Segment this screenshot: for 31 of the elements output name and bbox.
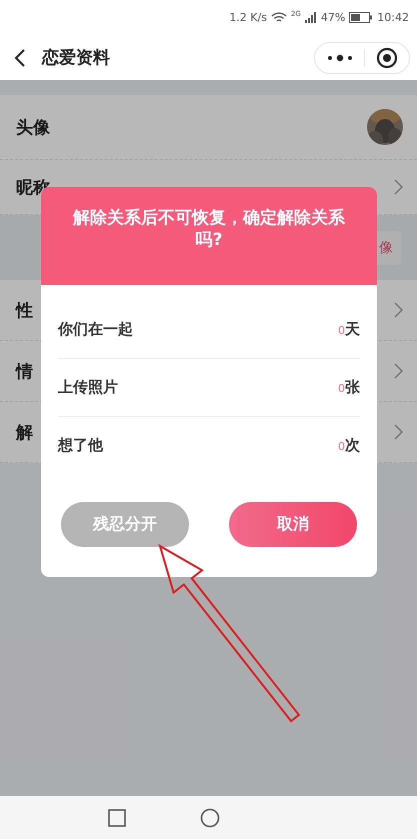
row-label: 性	[16, 300, 33, 322]
clock: 10:42	[377, 11, 409, 24]
chevron-icon[interactable]	[394, 302, 403, 318]
stat-count: 0	[338, 440, 345, 453]
cancel-button[interactable]: 取消	[229, 502, 357, 547]
network-speed: 1.2 K/s	[229, 11, 267, 24]
stat-unit: 天	[345, 320, 360, 339]
wifi-icon	[270, 12, 287, 24]
signal-icon	[304, 12, 317, 23]
row-label: 解	[16, 422, 33, 444]
battery-icon	[349, 12, 374, 23]
back-icon[interactable]	[14, 48, 26, 68]
chevron-icon[interactable]	[394, 424, 403, 440]
stat-label: 上传照片	[58, 378, 118, 397]
recents-icon[interactable]	[108, 808, 126, 826]
stat-label: 想了他	[58, 436, 103, 455]
row-label: 头像	[16, 116, 50, 138]
separate-button[interactable]: 残忍分开	[61, 502, 189, 547]
battery-percent: 47%	[320, 11, 346, 24]
chevron-icon	[394, 179, 403, 195]
stat-count: 0	[338, 382, 345, 395]
more-icon[interactable]	[326, 54, 352, 62]
stat-unit: 张	[345, 378, 360, 397]
chevron-icon[interactable]	[394, 363, 403, 379]
home-icon[interactable]	[200, 808, 220, 828]
page-title: 恋爱资料	[42, 47, 111, 69]
stat-count: 0	[338, 324, 345, 337]
stat-label: 你们在一起	[58, 320, 133, 339]
row-label: 情	[16, 360, 33, 382]
dialog-title: 解除关系后不可恢复，确定解除关系吗?	[72, 207, 346, 251]
stat-unit: 次	[345, 436, 360, 455]
